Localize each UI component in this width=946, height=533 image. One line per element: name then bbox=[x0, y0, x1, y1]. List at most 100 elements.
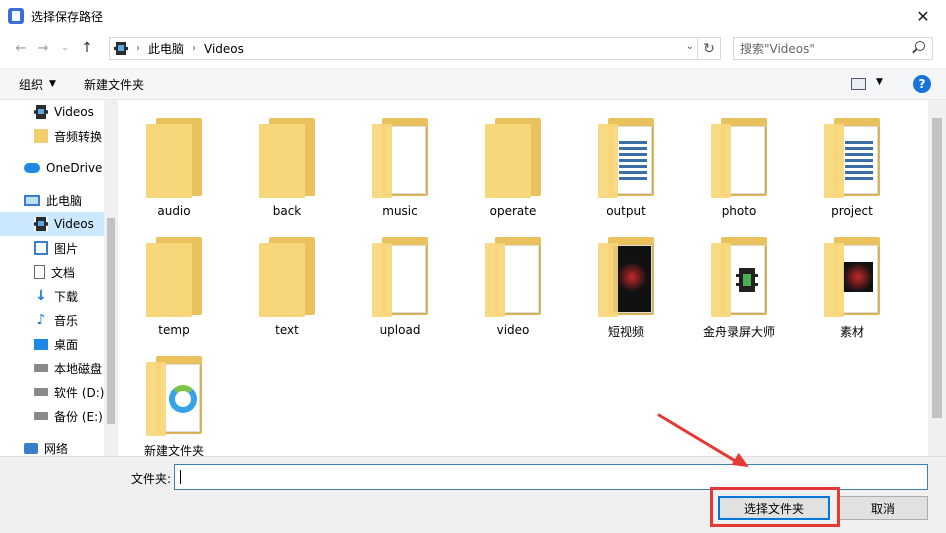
folder-name-label: text bbox=[275, 323, 299, 337]
sidebar-item-label: 此电脑 bbox=[46, 193, 83, 208]
content-scrollbar-thumb[interactable] bbox=[932, 118, 942, 418]
sidebar-item-label: 图片 bbox=[54, 241, 79, 256]
sidebar-item-this-pc[interactable]: 此电脑 bbox=[0, 188, 104, 212]
folder-item[interactable]: 新建文件夹 bbox=[118, 338, 230, 456]
folder-icon bbox=[598, 118, 654, 198]
organize-button[interactable]: 组织 ▼ bbox=[19, 76, 56, 93]
breadcrumb-videos[interactable]: Videos bbox=[204, 42, 244, 56]
folder-name-label: audio bbox=[157, 204, 191, 218]
folder-item[interactable]: audio bbox=[118, 100, 230, 218]
folder-item[interactable]: music bbox=[344, 100, 456, 218]
organize-label: 组织 bbox=[19, 77, 44, 92]
toolbar: 组织 ▼ 新建文件夹 ▼ ? bbox=[0, 68, 946, 100]
sidebar-item-downloads[interactable]: ↓ 下载 bbox=[0, 284, 104, 308]
folder-icon bbox=[711, 237, 767, 317]
folder-item[interactable]: output bbox=[570, 100, 682, 218]
sidebar-scrollbar-thumb[interactable] bbox=[107, 218, 115, 424]
sidebar-item-drive-d[interactable]: 软件 (D:) bbox=[0, 380, 104, 404]
sidebar-item-label: 本地磁盘 bbox=[54, 361, 103, 376]
sidebar-item-label: 文档 bbox=[51, 265, 76, 280]
folder-icon bbox=[372, 118, 428, 198]
sidebar-item-music[interactable]: ♪ 音乐 bbox=[0, 308, 104, 332]
search-icon[interactable] bbox=[915, 41, 925, 51]
sidebar-item-videos[interactable]: Videos bbox=[0, 212, 104, 236]
folder-item[interactable]: photo bbox=[683, 100, 795, 218]
forward-arrow-icon[interactable]: → bbox=[32, 37, 54, 59]
folder-icon bbox=[824, 118, 880, 198]
sidebar-item-label: 软件 (D:) bbox=[54, 385, 105, 400]
folder-item[interactable]: back bbox=[231, 100, 343, 218]
folder-icon bbox=[146, 237, 202, 317]
up-arrow-icon[interactable]: ↑ bbox=[76, 37, 98, 59]
folder-name-label: 素材 bbox=[839, 325, 864, 339]
sidebar-item-pictures[interactable]: 图片 bbox=[0, 236, 104, 260]
folder-name-label: operate bbox=[489, 204, 537, 218]
documents-icon bbox=[34, 265, 45, 279]
new-folder-button[interactable]: 新建文件夹 bbox=[84, 76, 144, 93]
folder-icon bbox=[259, 237, 315, 317]
folder-item[interactable]: upload bbox=[344, 219, 456, 337]
folder-item[interactable]: temp bbox=[118, 219, 230, 337]
caret-down-icon[interactable]: ▼ bbox=[876, 77, 883, 87]
disk-icon bbox=[34, 364, 48, 372]
folder-icon bbox=[259, 118, 315, 198]
folder-item[interactable]: 金舟录屏大师 bbox=[683, 219, 795, 339]
sidebar-item-onedrive[interactable]: OneDrive bbox=[0, 156, 104, 180]
disk-icon bbox=[34, 412, 48, 420]
address-bar[interactable]: › 此电脑 › Videos ⌄ ↻ bbox=[109, 37, 721, 60]
sidebar-item-audio-convert[interactable]: 音频转换 bbox=[0, 124, 104, 148]
sidebar-item-label: 网络 bbox=[44, 441, 69, 456]
chevron-down-icon[interactable]: ⌄ bbox=[686, 41, 694, 52]
cancel-button[interactable]: 取消 bbox=[838, 496, 928, 520]
film-icon bbox=[34, 105, 48, 119]
pc-icon bbox=[24, 194, 40, 206]
sidebar-item-label: 音乐 bbox=[54, 313, 79, 328]
folder-item[interactable]: 素材 bbox=[796, 219, 908, 339]
text-cursor bbox=[180, 470, 181, 484]
sidebar-item-documents[interactable]: 文档 bbox=[0, 260, 104, 284]
folder-item[interactable]: 短视频 bbox=[570, 219, 682, 339]
folder-name-label: back bbox=[272, 204, 302, 218]
folder-icon bbox=[824, 237, 880, 317]
chevron-right-icon[interactable]: › bbox=[192, 43, 196, 54]
folder-name-label: 短视频 bbox=[607, 325, 644, 339]
breadcrumb-this-pc[interactable]: 此电脑 bbox=[148, 40, 184, 57]
sidebar-item-videos-quick[interactable]: Videos bbox=[0, 100, 104, 124]
folder-name-label: upload bbox=[379, 323, 421, 337]
download-icon: ↓ bbox=[35, 288, 47, 304]
recent-locations-icon[interactable]: ⌄ bbox=[54, 37, 76, 59]
sidebar-item-desktop[interactable]: 桌面 bbox=[0, 332, 104, 356]
sidebar-item-drive-e[interactable]: 备份 (E:) bbox=[0, 404, 104, 428]
folder-icon bbox=[598, 237, 654, 317]
sidebar-item-network[interactable]: 网络 bbox=[0, 436, 104, 456]
folder-view: audio back music operate output photo project t… bbox=[118, 100, 928, 456]
chevron-right-icon[interactable]: › bbox=[136, 43, 140, 54]
sidebar-item-local-disk[interactable]: 本地磁盘 bbox=[0, 356, 104, 380]
app-icon bbox=[8, 8, 24, 24]
annotation-highlight-box bbox=[710, 487, 840, 527]
close-icon[interactable]: ✕ bbox=[900, 0, 946, 32]
music-icon: ♪ bbox=[36, 312, 46, 328]
folder-icon bbox=[34, 129, 48, 143]
folder-item[interactable]: video bbox=[457, 219, 569, 337]
folder-name-label: project bbox=[831, 204, 873, 218]
sidebar-item-label: Videos bbox=[54, 217, 94, 231]
network-icon bbox=[24, 442, 38, 454]
pictures-icon bbox=[34, 241, 48, 255]
window-title: 选择保存路径 bbox=[31, 9, 104, 24]
film-icon bbox=[34, 217, 48, 231]
disk-icon bbox=[34, 388, 48, 396]
folder-item[interactable]: text bbox=[231, 219, 343, 337]
folder-icon bbox=[372, 237, 428, 317]
folder-icon bbox=[146, 356, 202, 436]
refresh-icon[interactable]: ↻ bbox=[697, 38, 720, 59]
help-icon[interactable]: ? bbox=[913, 75, 931, 93]
folder-name-label: output bbox=[606, 204, 646, 218]
search-input[interactable]: 搜索"Videos" bbox=[733, 37, 933, 60]
folder-item[interactable]: operate bbox=[457, 100, 569, 218]
view-options-icon[interactable] bbox=[851, 78, 866, 90]
back-arrow-icon[interactable]: ← bbox=[10, 37, 32, 59]
folder-icon bbox=[485, 118, 541, 198]
folder-item[interactable]: project bbox=[796, 100, 908, 218]
folder-field-label: 文件夹: bbox=[131, 472, 172, 486]
